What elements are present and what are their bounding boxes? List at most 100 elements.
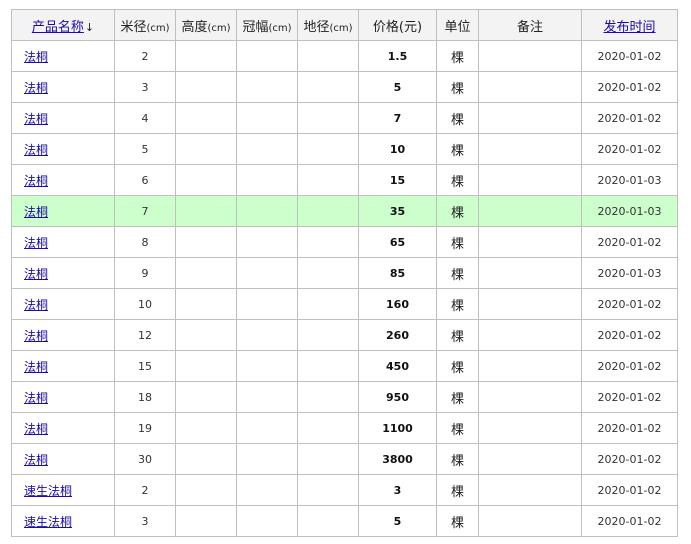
diameter-cell: 4 (114, 102, 176, 134)
table-row: 法桐 8 65 棵 2020-01-02 (11, 226, 678, 258)
table-row: 速生法桐 3 5 棵 2020-01-02 (11, 505, 678, 537)
product-name-link[interactable]: 法桐 (24, 298, 48, 312)
header-diameter-label: 米径 (120, 19, 147, 35)
header-publish-time[interactable]: 发布时间 (581, 9, 678, 41)
ground-diameter-cell (297, 505, 359, 537)
height-cell (175, 381, 237, 413)
note-cell (478, 257, 582, 289)
publish-date-cell: 2020-01-02 (581, 350, 678, 382)
unit-cell: 棵 (436, 257, 479, 289)
sort-publish-time-link[interactable]: 发布时间 (603, 20, 655, 35)
table-row: 法桐 18 950 棵 2020-01-02 (11, 381, 678, 413)
height-cell (175, 257, 237, 289)
publish-date-cell: 2020-01-02 (581, 505, 678, 537)
table-row: 法桐 3 5 棵 2020-01-02 (11, 71, 678, 103)
unit-cell: 棵 (436, 133, 479, 165)
publish-date-cell: 2020-01-03 (581, 257, 678, 289)
note-cell (478, 71, 582, 103)
price-cell: 35 (358, 195, 437, 227)
product-name-cell: 速生法桐 (11, 505, 115, 537)
publish-date-cell: 2020-01-02 (581, 288, 678, 320)
height-cell (175, 474, 237, 506)
table-row: 法桐 12 260 棵 2020-01-02 (11, 319, 678, 351)
product-name-cell: 法桐 (11, 133, 115, 165)
product-name-cell: 法桐 (11, 226, 115, 258)
table-row: 法桐 15 450 棵 2020-01-02 (11, 350, 678, 382)
publish-date-cell: 2020-01-02 (581, 40, 678, 72)
product-name-link[interactable]: 法桐 (24, 360, 48, 374)
header-price-label: 价格 (372, 19, 399, 35)
crown-cell (236, 257, 298, 289)
product-name-link[interactable]: 法桐 (24, 174, 48, 188)
header-product-name[interactable]: 产品名称↓ (11, 9, 115, 41)
note-cell (478, 102, 582, 134)
table-row: 法桐 30 3800 棵 2020-01-02 (11, 443, 678, 475)
product-name-cell: 法桐 (11, 40, 115, 72)
table-row: 法桐 4 7 棵 2020-01-02 (11, 102, 678, 134)
product-name-link[interactable]: 法桐 (24, 81, 48, 95)
product-name-link[interactable]: 法桐 (24, 143, 48, 157)
price-cell: 3 (358, 474, 437, 506)
product-name-link[interactable]: 法桐 (24, 236, 48, 250)
table-header-row: 产品名称↓ 米径(cm) 高度(cm) 冠幅(cm) 地径(cm) 价格(元) … (11, 9, 678, 41)
diameter-cell: 12 (114, 319, 176, 351)
unit-cell: 棵 (436, 319, 479, 351)
header-price: 价格(元) (358, 9, 437, 41)
price-cell: 160 (358, 288, 437, 320)
product-name-cell: 法桐 (11, 319, 115, 351)
header-height-unit: (cm) (207, 22, 231, 34)
publish-date-cell: 2020-01-02 (581, 474, 678, 506)
table-row: 法桐 10 160 棵 2020-01-02 (11, 288, 678, 320)
height-cell (175, 505, 237, 537)
publish-date-cell: 2020-01-02 (581, 102, 678, 134)
product-name-link[interactable]: 法桐 (24, 205, 48, 219)
unit-cell: 棵 (436, 102, 479, 134)
price-table-body: 法桐 2 1.5 棵 2020-01-02 法桐 3 5 棵 2020-01-02 法桐 4 7 棵 202… (11, 40, 678, 537)
product-name-link[interactable]: 速生法桐 (24, 515, 72, 529)
unit-cell: 棵 (436, 381, 479, 413)
diameter-cell: 18 (114, 381, 176, 413)
product-name-link[interactable]: 速生法桐 (24, 484, 72, 498)
table-row: 法桐 2 1.5 棵 2020-01-02 (11, 40, 678, 72)
ground-diameter-cell (297, 412, 359, 444)
product-name-link[interactable]: 法桐 (24, 453, 48, 467)
height-cell (175, 195, 237, 227)
ground-diameter-cell (297, 288, 359, 320)
unit-cell: 棵 (436, 474, 479, 506)
ground-diameter-cell (297, 195, 359, 227)
height-cell (175, 226, 237, 258)
note-cell (478, 40, 582, 72)
price-table: 产品名称↓ 米径(cm) 高度(cm) 冠幅(cm) 地径(cm) 价格(元) … (11, 9, 678, 537)
ground-diameter-cell (297, 102, 359, 134)
ground-diameter-cell (297, 133, 359, 165)
price-cell: 15 (358, 164, 437, 196)
ground-diameter-cell (297, 350, 359, 382)
product-name-cell: 法桐 (11, 288, 115, 320)
product-name-link[interactable]: 法桐 (24, 391, 48, 405)
product-name-link[interactable]: 法桐 (24, 329, 48, 343)
diameter-cell: 6 (114, 164, 176, 196)
crown-cell (236, 505, 298, 537)
note-cell (478, 195, 582, 227)
product-name-link[interactable]: 法桐 (24, 112, 48, 126)
crown-cell (236, 40, 298, 72)
product-name-cell: 法桐 (11, 381, 115, 413)
header-ground-diameter-unit: (cm) (329, 22, 353, 34)
unit-cell: 棵 (436, 195, 479, 227)
sort-product-name-link[interactable]: 产品名称 (32, 20, 84, 35)
note-cell (478, 319, 582, 351)
price-cell: 65 (358, 226, 437, 258)
unit-cell: 棵 (436, 40, 479, 72)
height-cell (175, 412, 237, 444)
publish-date-cell: 2020-01-02 (581, 412, 678, 444)
crown-cell (236, 288, 298, 320)
note-cell (478, 381, 582, 413)
header-height: 高度(cm) (175, 9, 237, 41)
ground-diameter-cell (297, 381, 359, 413)
sort-descending-icon[interactable]: ↓ (85, 21, 94, 34)
product-name-link[interactable]: 法桐 (24, 50, 48, 64)
diameter-cell: 3 (114, 71, 176, 103)
product-name-link[interactable]: 法桐 (24, 267, 48, 281)
product-name-link[interactable]: 法桐 (24, 422, 48, 436)
crown-cell (236, 319, 298, 351)
